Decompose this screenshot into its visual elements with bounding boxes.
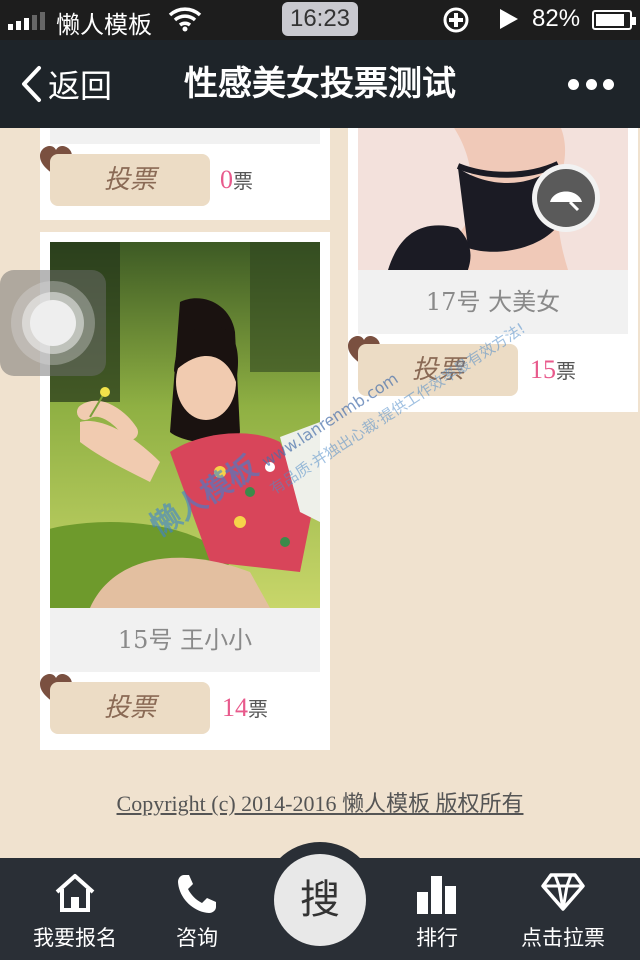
contestant-card: 投票 0票 <box>40 128 330 220</box>
nav-item-canvass[interactable]: 点击拉票 <box>498 858 628 960</box>
search-button[interactable]: 搜 <box>274 854 366 946</box>
vote-count-unit: 票 <box>233 169 253 193</box>
contestant-caption: 15号 王小小 <box>50 608 320 672</box>
vote-button[interactable]: 投票 <box>50 682 210 734</box>
copyright-link[interactable]: Copyright (c) 2014-2016 懒人模板 版权所有 <box>0 786 640 818</box>
vote-row: 投票 14票 <box>40 674 330 737</box>
vote-count-number: 0 <box>220 165 233 194</box>
vote-count-number: 14 <box>222 693 248 722</box>
contestant-caption <box>50 128 320 144</box>
nav-item-ranking[interactable]: 排行 <box>372 858 502 960</box>
battery-icon <box>592 10 636 30</box>
title-bar: 返回 性感美女投票测试 <box>0 40 640 128</box>
nav-item-register[interactable]: 我要报名 <box>10 858 140 960</box>
bar-chart-icon <box>417 876 456 914</box>
play-icon <box>500 9 518 29</box>
nav-label: 点击拉票 <box>521 926 605 950</box>
back-label: 返回 <box>48 67 113 105</box>
nav-label: 排行 <box>416 926 458 950</box>
vote-count: 15票 <box>530 344 576 399</box>
vote-count-number: 15 <box>530 355 556 384</box>
contestant-grid: 投票 0票 17号 大美女 投票 15票 15号 王小小 投票 14票 懒人模板… <box>0 128 640 858</box>
assistive-touch-button[interactable] <box>0 270 106 376</box>
status-time: 16:23 <box>282 2 358 36</box>
chevron-left-icon <box>22 66 41 102</box>
contestant-photo[interactable] <box>358 128 628 270</box>
status-bar: 懒人模板 16:23 82% <box>0 0 640 40</box>
battery-percent: 82% <box>532 5 581 32</box>
nav-label: 咨询 <box>176 926 218 950</box>
wifi-icon <box>168 7 202 32</box>
vote-count: 14票 <box>222 682 268 737</box>
vote-count-unit: 票 <box>248 697 268 721</box>
signal-strength-icon <box>8 12 45 30</box>
orientation-lock-icon <box>443 7 469 33</box>
vote-button[interactable]: 投票 <box>50 154 210 206</box>
vote-count: 0票 <box>220 154 253 209</box>
phone-icon <box>178 875 216 913</box>
vote-count-unit: 票 <box>556 359 576 383</box>
diamond-icon <box>541 873 585 911</box>
nav-item-consult[interactable]: 咨询 <box>132 858 262 960</box>
carrier-name: 懒人模板 <box>56 12 152 39</box>
more-menu-icon[interactable] <box>568 70 614 98</box>
back-button[interactable]: 返回 <box>20 60 112 108</box>
nav-label: 我要报名 <box>33 926 117 950</box>
home-icon <box>55 874 95 912</box>
vote-row: 投票 0票 <box>40 146 330 209</box>
